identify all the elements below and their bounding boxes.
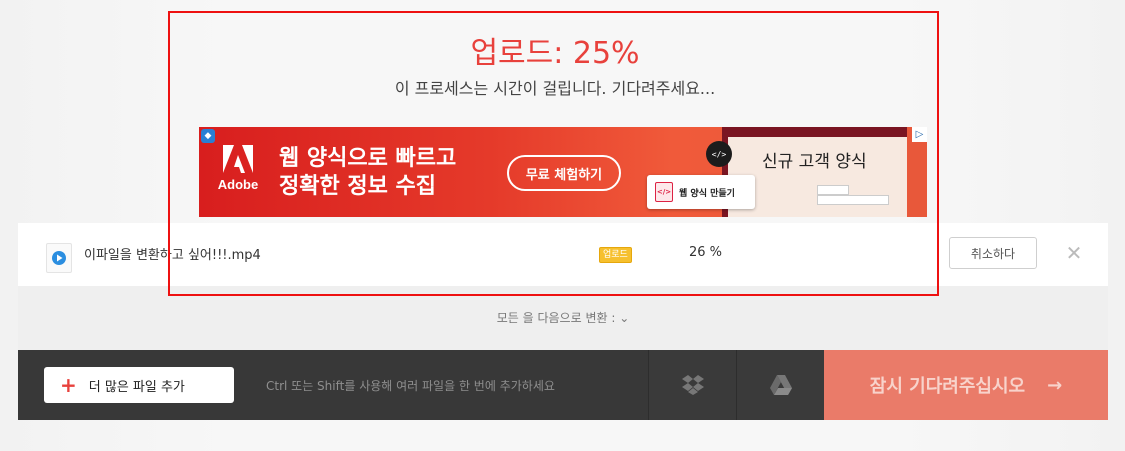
privacy-shield-icon[interactable]: ◆ xyxy=(201,129,215,143)
please-wait-button: 잠시 기다려주십시오 → xyxy=(824,350,1108,420)
add-more-files-label: 더 많은 파일 추가 xyxy=(88,379,185,395)
video-file-icon xyxy=(46,243,72,273)
upload-progress-subtitle: 이 프로세스는 시간이 걸립니다. 기다려주세요... xyxy=(394,79,716,98)
ad-headline: 웹 양식으로 빠르고 정확한 정보 수집 xyxy=(279,145,456,201)
adobe-icon xyxy=(223,145,253,173)
convert-all-dropdown[interactable]: 모든 을 다음으로 변환 : ⌄ xyxy=(18,309,1108,326)
adobe-logo: Adobe xyxy=(213,145,263,205)
ad-make-form-label: 웹 양식 만들기 xyxy=(679,188,735,199)
google-drive-button[interactable] xyxy=(736,350,825,420)
file-row: 이파일을 변환하고 싶어!!!.mp4 업로드 26 % 취소하다 ✕ xyxy=(18,223,1108,286)
google-drive-icon xyxy=(770,375,792,395)
close-icon[interactable]: ✕ xyxy=(1064,243,1084,263)
plus-icon: + xyxy=(60,373,77,397)
adobe-wordmark: Adobe xyxy=(217,177,259,192)
upload-progress-title: 업로드: 25% xyxy=(470,36,640,71)
adchoices-icon[interactable]: ▷ xyxy=(912,127,927,142)
ad-free-trial-button[interactable]: 무료 체험하기 xyxy=(507,155,621,191)
ad-banner[interactable]: ◆ Adobe 웹 양식으로 빠르고 정확한 정보 수집 무료 체험하기 신규 … xyxy=(199,127,927,217)
convert-all-label: 모든 을 다음으로 변환 : xyxy=(496,311,616,325)
convert-all-row: 모든 을 다음으로 변환 : ⌄ xyxy=(18,286,1108,350)
dropbox-icon xyxy=(682,375,704,395)
ad-form-preview-topbar xyxy=(722,127,907,137)
bottom-toolbar: + 더 많은 파일 추가 Ctrl 또는 Shift를 사용해 여러 파일을 한… xyxy=(18,350,1108,420)
please-wait-label: 잠시 기다려주십시오 xyxy=(869,376,1026,397)
ad-make-form-button[interactable]: </> 웹 양식 만들기 xyxy=(647,175,755,209)
ad-form-title: 신규 고객 양식 xyxy=(762,152,867,172)
file-progress-percent: 26 % xyxy=(689,245,723,260)
multi-select-hint: Ctrl 또는 Shift를 사용해 여러 파일을 한 번에 추가하세요 xyxy=(266,379,555,393)
cancel-button[interactable]: 취소하다 xyxy=(949,237,1037,269)
chevron-down-icon: ⌄ xyxy=(619,311,630,325)
ad-form-field xyxy=(817,185,849,195)
arrow-right-icon: → xyxy=(1047,374,1063,396)
form-doc-icon: </> xyxy=(655,182,673,202)
ad-headline-line1: 웹 양식으로 빠르고 xyxy=(279,146,457,171)
status-badge: 업로드 xyxy=(599,247,632,263)
dropbox-button[interactable] xyxy=(648,350,737,420)
code-badge-icon: </> xyxy=(706,141,732,167)
ad-headline-line2: 정확한 정보 수집 xyxy=(279,174,436,199)
ad-form-field xyxy=(817,195,889,205)
file-name: 이파일을 변환하고 싶어!!!.mp4 xyxy=(84,248,261,263)
add-more-files-button[interactable]: + 더 많은 파일 추가 xyxy=(44,367,234,403)
